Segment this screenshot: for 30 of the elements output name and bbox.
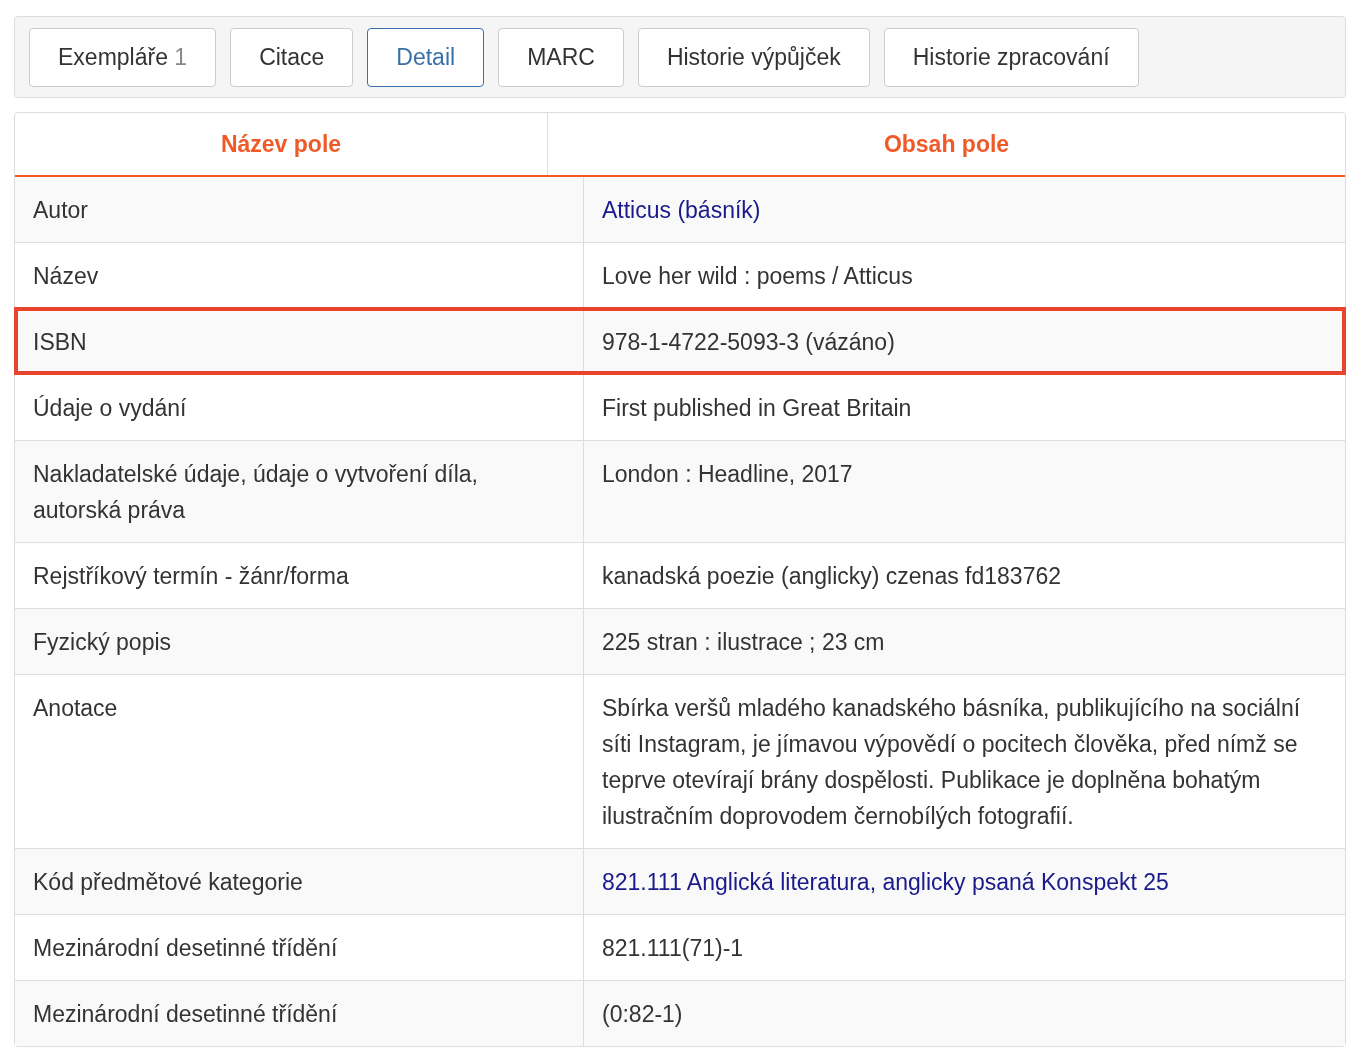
field-value: First published in Great Britain xyxy=(602,395,912,421)
tab[interactable]: Exempláře 1 xyxy=(29,28,217,87)
tab[interactable]: Citace xyxy=(230,28,354,87)
field-name: Rejstříkový termín - žánr/forma xyxy=(33,563,349,589)
value-link[interactable]: 821.111 Anglická literatura, anglicky psaná Konspekt 25 xyxy=(602,869,1169,895)
field-name: Autor xyxy=(33,197,88,223)
tab[interactable]: Detail xyxy=(367,28,485,87)
field-name: Fyzický popis xyxy=(33,629,172,655)
field-name: Kód předmětové kategorie xyxy=(33,869,303,895)
field-value: Love her wild : poems / Atticus xyxy=(602,263,913,289)
field-name: Anotace xyxy=(33,695,118,721)
tab[interactable]: MARC xyxy=(498,28,624,87)
value-link[interactable]: Atticus (básník) xyxy=(602,197,761,223)
tab[interactable]: Historie výpůjček xyxy=(637,28,870,87)
field-value: 225 stran : ilustrace ; 23 cm xyxy=(602,629,885,655)
field-name: Název xyxy=(33,263,99,289)
field-name: ISBN xyxy=(33,329,87,355)
field-value: (0:82-1) xyxy=(602,1001,683,1027)
tab[interactable]: Historie zpracování xyxy=(883,28,1139,87)
field-value: 821.111(71)-1 xyxy=(602,935,744,961)
field-name: Mezinárodní desetinné třídění xyxy=(33,1001,338,1027)
column-header: Název pole xyxy=(15,113,548,175)
field-value: Sbírka veršů mladého kanadského básníka, publikujícího na sociální síti Instagram, je jímavou výpovědí o pocitech člověka, před nímž se teprve otevírají brány dospělosti. Publikace je doplněna bohatým ilustračním doprovodem černobílých fotografií. xyxy=(602,695,1301,829)
field-value: London : Headline, 2017 xyxy=(602,461,853,487)
field-name: Mezinárodní desetinné třídění xyxy=(33,935,338,961)
field-name: Nakladatelské údaje, údaje o vytvoření díla, autorská práva xyxy=(33,461,478,523)
field-value: 978-1-4722-5093-3 (vázáno) xyxy=(602,329,895,355)
column-header: Obsah pole xyxy=(882,129,1011,159)
field-name: Údaje o vydání xyxy=(33,395,187,421)
field-value: kanadská poezie (anglicky) czenas fd183762 xyxy=(602,563,1061,589)
